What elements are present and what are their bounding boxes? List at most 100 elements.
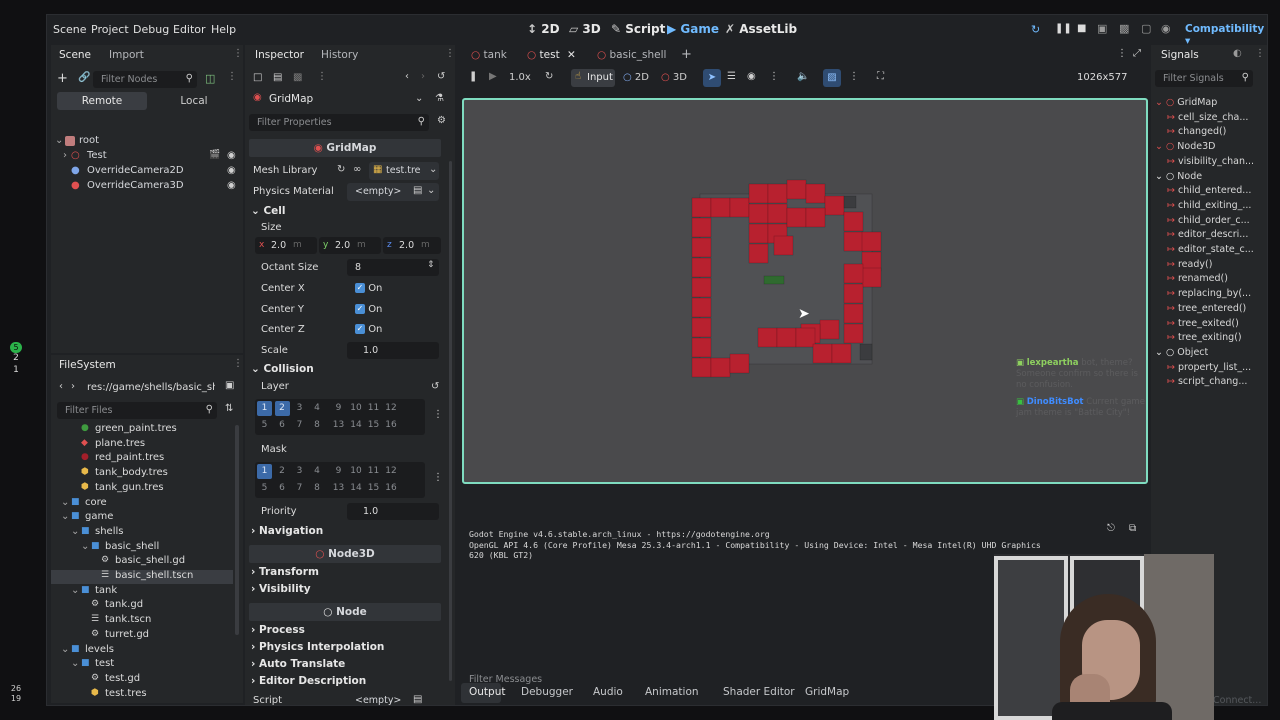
tab-signals[interactable]: Signals: [1161, 49, 1199, 61]
mask-bit-16[interactable]: 16: [384, 481, 399, 496]
folder-item[interactable]: ⌄ ■ test: [51, 658, 243, 672]
file-item[interactable]: ⚙ tank.gd: [51, 599, 243, 613]
signal-item[interactable]: ↦ replacing_by(...: [1167, 288, 1251, 299]
tab-scene[interactable]: Scene: [59, 49, 91, 61]
workspace-3d-button[interactable]: ▱ 3D: [569, 22, 601, 36]
mask-bit-1[interactable]: 1: [257, 464, 272, 479]
time-scale-dropdown[interactable]: 1.0x: [509, 72, 531, 83]
path-field[interactable]: res://game/shells/basic_she: [83, 379, 215, 396]
pause-icon[interactable]: ❚❚: [1055, 23, 1072, 34]
file-item[interactable]: ◆ plane.tres: [51, 438, 243, 452]
layer-bit-8[interactable]: 8: [310, 418, 325, 433]
file-item[interactable]: ⚙ basic_shell.gd: [51, 555, 243, 569]
play-scene-icon[interactable]: ▩: [1119, 22, 1129, 35]
layer-bit-12[interactable]: 12: [384, 401, 399, 416]
file-item[interactable]: ☰ basic_shell.tscn: [51, 570, 233, 584]
signal-class-header[interactable]: ⌄ ○ Object: [1155, 347, 1208, 358]
signal-item[interactable]: ↦ editor_state_c...: [1167, 244, 1254, 255]
sort-icon[interactable]: ⇅: [225, 403, 233, 414]
signal-item[interactable]: ↦ script_chang...: [1167, 376, 1247, 387]
layer-bit-5[interactable]: 5: [257, 418, 272, 433]
resource-menu-icon[interactable]: ⋮: [317, 71, 327, 82]
folder-item[interactable]: ⌄ ■ shells: [51, 526, 243, 540]
mask-bit-14[interactable]: 14: [349, 481, 364, 496]
signal-item[interactable]: ↦ visibility_chan...: [1167, 156, 1254, 167]
suspend-icon[interactable]: ❚: [469, 71, 477, 82]
section-auto-translate[interactable]: › Auto Translate: [251, 658, 345, 670]
mode-3d-toggle[interactable]: ○ 3D: [661, 72, 687, 83]
signal-item[interactable]: ↦ cell_size_cha...: [1167, 112, 1248, 123]
bottom-tab-debugger[interactable]: Debugger: [521, 686, 573, 698]
tab-history[interactable]: History: [321, 49, 358, 61]
input-toggle[interactable]: ☝ Input: [571, 69, 615, 87]
bottom-tab-shader-editor[interactable]: Shader Editor: [723, 686, 795, 698]
signal-item[interactable]: ↦ ready(): [1167, 259, 1212, 270]
forward-icon[interactable]: ›: [71, 381, 75, 392]
scene-menu-icon[interactable]: ⋮: [227, 71, 237, 82]
section-process[interactable]: › Process: [251, 624, 305, 636]
scene-tab-tank[interactable]: ○ tank: [471, 49, 507, 61]
embed-fullscreen-icon[interactable]: ⛶: [877, 71, 884, 82]
selection-menu-icon[interactable]: ⋮: [769, 71, 779, 82]
section-editor-description[interactable]: › Editor Description: [251, 675, 366, 687]
mask-menu-icon[interactable]: ⋮: [433, 472, 443, 483]
scrollbar[interactable]: [235, 425, 239, 635]
signal-class-header[interactable]: ⌄ ○ Node: [1155, 171, 1202, 182]
signal-item[interactable]: ↦ editor_descri...: [1167, 229, 1248, 240]
tree-node-overridecamera3d[interactable]: ● OverrideCamera3D ◉: [51, 180, 243, 195]
file-item[interactable]: ● red_paint.tres: [51, 452, 243, 466]
file-item[interactable]: ⬢ tank_body.tres: [51, 467, 243, 481]
signal-item[interactable]: ↦ tree_exiting(): [1167, 332, 1242, 343]
file-item[interactable]: ☰ tank.tscn: [51, 614, 243, 628]
dock-menu-icon[interactable]: ⋮: [233, 358, 243, 369]
revert-icon[interactable]: ↻: [337, 164, 345, 175]
select-mode-button[interactable]: ➤: [703, 69, 721, 87]
layer-bit-15[interactable]: 15: [366, 418, 381, 433]
signal-class-header[interactable]: ⌄ ○ GridMap: [1155, 97, 1217, 108]
dock-menu-icon[interactable]: ⋮: [445, 48, 455, 59]
size-x-field[interactable]: x 2.0 m: [255, 237, 317, 254]
layer-bit-6[interactable]: 6: [275, 418, 290, 433]
chevron-down-icon[interactable]: ⌄: [81, 541, 89, 552]
octant-size-spinbox[interactable]: 8 ⇕: [347, 259, 439, 276]
dock-menu-icon[interactable]: ⋮: [1255, 48, 1265, 59]
file-item[interactable]: ⚙ turret.gd: [51, 629, 243, 643]
signal-item[interactable]: ↦ changed(): [1167, 126, 1226, 137]
history-icon[interactable]: ↺: [437, 71, 445, 82]
scrollbar[interactable]: [449, 161, 452, 681]
mask-bit-4[interactable]: 4: [310, 464, 325, 479]
hide-selection-icon[interactable]: ◉: [747, 71, 756, 82]
play-custom-icon[interactable]: ▢: [1141, 22, 1151, 35]
signal-item[interactable]: ↦ tree_exited(): [1167, 318, 1239, 329]
dock-toggle-icon[interactable]: ◐: [1233, 48, 1242, 59]
size-z-field[interactable]: z 2.0 m: [383, 237, 441, 254]
close-icon[interactable]: ✕: [567, 49, 576, 61]
menu-help[interactable]: Help: [211, 23, 236, 36]
object-tools-icon[interactable]: ⚗: [435, 93, 444, 104]
clear-output-icon[interactable]: ⎋: [1107, 523, 1115, 534]
tree-node-overridecamera2d[interactable]: ● OverrideCamera2D ◉: [51, 165, 243, 180]
workspace-game-button[interactable]: ▶ Game: [667, 22, 719, 36]
clapper-icon[interactable]: 🎬: [209, 150, 220, 160]
link-icon[interactable]: 🔗: [78, 72, 90, 83]
distraction-free-icon[interactable]: ⤢: [1133, 48, 1141, 59]
tab-filesystem[interactable]: FileSystem: [59, 359, 116, 371]
center-y-checkbox[interactable]: ✓ On: [355, 304, 382, 315]
section-physics-interpolation[interactable]: › Physics Interpolation: [251, 641, 384, 653]
back-icon[interactable]: ‹: [59, 381, 63, 392]
filter-files-field[interactable]: Filter Files ⚲: [57, 402, 217, 419]
dock-menu-icon[interactable]: ⋮: [233, 48, 243, 59]
open-resource-icon[interactable]: ▤: [273, 72, 282, 83]
chevron-down-icon[interactable]: ⌄: [61, 511, 69, 522]
size-y-field[interactable]: y 2.0 m: [319, 237, 381, 254]
link-icon[interactable]: ∞: [353, 164, 361, 175]
history-back-icon[interactable]: ‹: [405, 71, 409, 82]
physics-material-picker[interactable]: <empty> ▤ ⌄: [347, 183, 439, 201]
signal-item[interactable]: ↦ child_entered...: [1167, 185, 1251, 196]
mode-2d-toggle[interactable]: ○ 2D: [623, 72, 649, 83]
menu-project[interactable]: Project: [91, 23, 129, 36]
scene-tab-test[interactable]: ○ test ✕: [527, 49, 576, 61]
renderer-dropdown[interactable]: Compatibility ▾: [1185, 23, 1267, 47]
signal-item[interactable]: ↦ tree_entered(): [1167, 303, 1246, 314]
save-resource-icon[interactable]: ▩: [293, 72, 302, 83]
